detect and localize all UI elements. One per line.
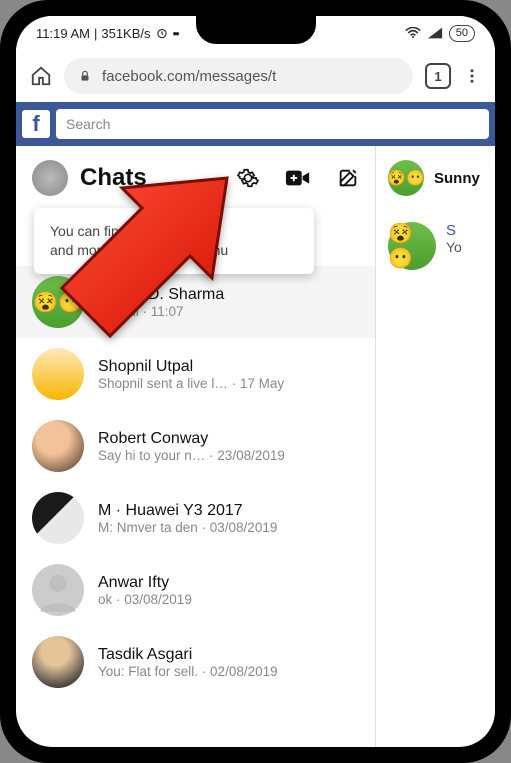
screen: 11:19 AM | 351KB/s •• 50 facebook.com/me… bbox=[16, 16, 495, 747]
chat-avatar: 😵😶 bbox=[32, 276, 84, 328]
chat-name: Tasdik Asgari bbox=[98, 646, 278, 664]
settings-tooltip: You can find settings, help and more in … bbox=[34, 208, 314, 274]
url-field[interactable]: facebook.com/messages/t bbox=[64, 58, 413, 94]
signal-icon bbox=[427, 27, 443, 39]
new-video-call-icon[interactable] bbox=[285, 167, 311, 189]
wifi-icon bbox=[405, 27, 421, 39]
facebook-logo[interactable]: f bbox=[22, 110, 50, 138]
chat-avatar bbox=[32, 564, 84, 616]
status-time: 11:19 AM bbox=[36, 26, 90, 41]
message-sender: S bbox=[446, 222, 462, 239]
chat-name: Anwar Ifty bbox=[98, 574, 192, 592]
chat-avatar bbox=[32, 420, 84, 472]
phone-notch bbox=[196, 12, 316, 44]
chat-item[interactable]: M · Huawei Y3 2017 M: Nmver ta den · 03/… bbox=[16, 482, 375, 554]
chat-avatar bbox=[32, 348, 84, 400]
chats-column: Chats You can find settings, help and mo… bbox=[16, 146, 376, 747]
home-icon[interactable] bbox=[30, 65, 52, 87]
alarm-icon bbox=[155, 26, 169, 40]
active-conversation-column: 😵😶 Sunny 😵😶 S Yo bbox=[376, 146, 495, 747]
chat-name: Shopnil Utpal bbox=[98, 358, 284, 376]
chats-header: Chats bbox=[16, 146, 375, 206]
contact-avatar: 😵😶 bbox=[388, 160, 424, 196]
chat-avatar bbox=[32, 492, 84, 544]
active-contact-header[interactable]: 😵😶 Sunny bbox=[376, 160, 495, 212]
chat-subtitle: Shopnil sent a live l… · 17 May bbox=[98, 376, 284, 391]
user-avatar[interactable] bbox=[32, 160, 68, 196]
compose-icon[interactable] bbox=[337, 167, 359, 189]
url-text: facebook.com/messages/t bbox=[102, 68, 276, 85]
status-right: 50 bbox=[405, 25, 475, 42]
chats-title: Chats bbox=[80, 164, 147, 192]
contact-name: Sunny bbox=[434, 170, 480, 187]
facebook-search-input[interactable]: Search bbox=[56, 109, 489, 139]
browser-toolbar: facebook.com/messages/t 1 bbox=[16, 50, 495, 102]
chat-subtitle: M: Nmver ta den · 03/08/2019 bbox=[98, 520, 277, 535]
chat-name: Sunny D. Sharma bbox=[98, 286, 224, 304]
tab-switcher[interactable]: 1 bbox=[425, 63, 451, 89]
status-left: 11:19 AM | 351KB/s •• bbox=[36, 26, 178, 41]
chat-item[interactable]: 😵😶 Sunny D. Sharma You: hi · 11:07 bbox=[16, 266, 375, 338]
chat-subtitle: Say hi to your n… · 23/08/2019 bbox=[98, 448, 285, 463]
message-avatar: 😵😶 bbox=[388, 222, 436, 270]
chat-name: M · Huawei Y3 2017 bbox=[98, 502, 277, 520]
chat-subtitle: You: Flat for sell. · 02/08/2019 bbox=[98, 664, 278, 679]
chat-list[interactable]: 😵😶 Sunny D. Sharma You: hi · 11:07 Shopn… bbox=[16, 206, 375, 698]
chat-item[interactable]: Shopnil Utpal Shopnil sent a live l… · 1… bbox=[16, 338, 375, 410]
chat-avatar bbox=[32, 636, 84, 688]
battery-level: 50 bbox=[449, 25, 475, 42]
chat-subtitle: ok · 03/08/2019 bbox=[98, 592, 192, 607]
chat-subtitle: You: hi · 11:07 bbox=[98, 304, 224, 319]
gear-icon[interactable] bbox=[237, 167, 259, 189]
status-net-speed: 351KB/s bbox=[101, 26, 150, 41]
message-preview: Yo bbox=[446, 239, 462, 255]
facebook-top-bar: f Search bbox=[16, 102, 495, 146]
chat-name: Robert Conway bbox=[98, 430, 285, 448]
browser-menu-icon[interactable] bbox=[463, 67, 481, 85]
lock-icon bbox=[78, 69, 92, 83]
message-row: 😵😶 S Yo bbox=[376, 212, 495, 270]
chat-item[interactable]: Tasdik Asgari You: Flat for sell. · 02/0… bbox=[16, 626, 375, 698]
chat-item[interactable]: Anwar Ifty ok · 03/08/2019 bbox=[16, 554, 375, 626]
phone-frame: 11:19 AM | 351KB/s •• 50 facebook.com/me… bbox=[0, 0, 511, 763]
chat-item[interactable]: Robert Conway Say hi to your n… · 23/08/… bbox=[16, 410, 375, 482]
